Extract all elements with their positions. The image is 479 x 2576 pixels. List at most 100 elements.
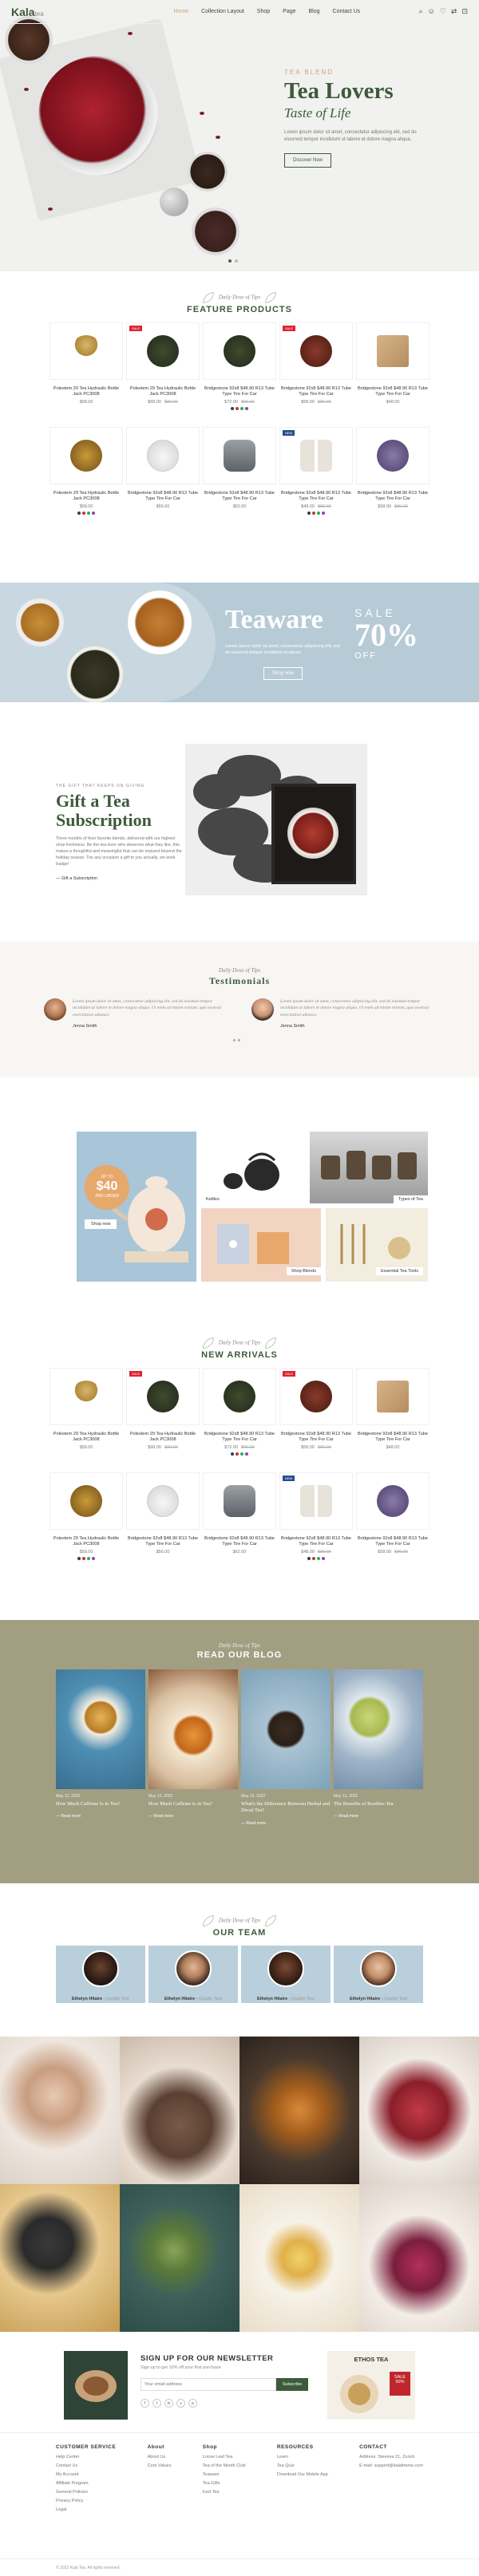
linkedin-icon[interactable]: in xyxy=(164,2399,173,2408)
product-card[interactable]: Polestem 29 Tea Hydraulic Bottle Jack PC… xyxy=(49,322,123,426)
color-swatch[interactable] xyxy=(312,1556,315,1560)
color-swatch[interactable] xyxy=(312,511,315,515)
collection-card-shop-blends[interactable]: Shop Blends xyxy=(201,1208,321,1282)
product-card[interactable]: Bridgestone 92x8 $48.90 R13 Tube Type Ti… xyxy=(126,1472,200,1576)
product-name[interactable]: Polestem 29 Tea Hydraulic Bottle Jack PC… xyxy=(126,1432,200,1444)
blog-title[interactable]: How Much Caffeine Is in Tea? xyxy=(56,1801,145,1808)
gallery-image[interactable] xyxy=(240,2184,359,2332)
product-card[interactable]: Bridgestone 92x8 $48.90 R13 Tube Type Ti… xyxy=(356,322,430,426)
product-image[interactable] xyxy=(49,1472,123,1530)
gallery-image[interactable] xyxy=(359,2184,479,2332)
product-card[interactable]: Bridgestone 92x8 $48.90 R13 Tube Type Ti… xyxy=(203,427,276,531)
color-swatch[interactable] xyxy=(231,406,234,410)
product-name[interactable]: Bridgestone 92x8 $48.90 R13 Tube Type Ti… xyxy=(279,1536,353,1548)
product-image[interactable] xyxy=(203,322,276,380)
subscribe-button[interactable]: Subscribe xyxy=(276,2378,308,2391)
color-swatch[interactable] xyxy=(236,1452,239,1456)
twitter-icon[interactable]: t xyxy=(152,2399,161,2408)
product-card[interactable]: SALE Polestem 29 Tea Hydraulic Bottle Ja… xyxy=(126,322,200,426)
footer-link[interactable]: Core Values xyxy=(148,2463,172,2468)
footer-link[interactable]: Tea Gifts xyxy=(203,2481,246,2486)
footer-link[interactable]: Legal xyxy=(56,2507,116,2512)
product-name[interactable]: Polestem 29 Tea Hydraulic Bottle Jack PC… xyxy=(49,386,123,398)
product-name[interactable]: Bridgestone 92x8 $48.90 R13 Tube Type Ti… xyxy=(279,1432,353,1444)
product-card[interactable]: Bridgestone 92x8 $48.90 R13 Tube Type Ti… xyxy=(356,1472,430,1576)
product-card[interactable]: NEW Bridgestone 92x8 $48.90 R13 Tube Typ… xyxy=(279,1472,353,1576)
email-input[interactable] xyxy=(141,2378,276,2391)
product-image[interactable]: SALE xyxy=(279,1368,353,1425)
product-image[interactable] xyxy=(356,1368,430,1425)
product-image[interactable] xyxy=(356,322,430,380)
promo-shop-button[interactable]: Shop now xyxy=(85,1219,117,1229)
product-card[interactable]: Bridgestone 92x8 $48.90 R13 Tube Type Ti… xyxy=(356,427,430,531)
nav-contact-us[interactable]: Contact Us xyxy=(333,9,361,14)
product-card[interactable]: Bridgestone 92x8 $48.90 R13 Tube Type Ti… xyxy=(126,427,200,531)
product-card[interactable]: SALE Polestem 29 Tea Hydraulic Bottle Ja… xyxy=(126,1368,200,1472)
product-name[interactable]: Bridgestone 92x8 $48.90 R13 Tube Type Ti… xyxy=(126,1536,200,1548)
product-image[interactable] xyxy=(49,322,123,380)
color-swatch[interactable] xyxy=(77,1556,81,1560)
footer-email[interactable]: E-mail: support@kalatheme.com xyxy=(359,2463,423,2468)
product-name[interactable]: Polestem 29 Tea Hydraulic Bottle Jack PC… xyxy=(126,386,200,398)
promo-card[interactable]: ETHOS TEA SALE 50% xyxy=(327,2351,415,2420)
color-swatch[interactable] xyxy=(245,1452,248,1456)
site-logo[interactable]: Kalatea xyxy=(11,6,115,18)
product-name[interactable]: Bridgestone 92x8 $48.90 R13 Tube Type Ti… xyxy=(203,491,276,503)
slider-dot[interactable] xyxy=(233,1039,236,1041)
product-card[interactable]: Polestem 29 Tea Hydraulic Bottle Jack PC… xyxy=(49,1472,123,1576)
slider-dot[interactable] xyxy=(228,259,232,263)
slider-dot[interactable] xyxy=(238,1039,240,1041)
product-image[interactable]: SALE xyxy=(126,1368,200,1425)
color-swatch[interactable] xyxy=(322,1556,325,1560)
product-image[interactable] xyxy=(356,427,430,484)
product-name[interactable]: Bridgestone 92x8 $48.90 R13 Tube Type Ti… xyxy=(203,1536,276,1548)
footer-link[interactable]: About Us xyxy=(148,2455,172,2459)
product-card[interactable]: Bridgestone 92x8 $48.90 R13 Tube Type Ti… xyxy=(203,1472,276,1576)
pinterest-icon[interactable]: p xyxy=(188,2399,197,2408)
slider-dot[interactable] xyxy=(235,259,238,263)
nav-home[interactable]: Home xyxy=(173,9,188,14)
color-swatch[interactable] xyxy=(82,1556,85,1560)
product-image[interactable] xyxy=(49,1368,123,1425)
collection-card-kettles[interactable]: Kettles xyxy=(201,1132,305,1203)
discover-now-button[interactable]: Discover Now xyxy=(284,153,332,168)
color-swatch[interactable] xyxy=(236,406,239,410)
product-name[interactable]: Polestem 29 Tea Hydraulic Bottle Jack PC… xyxy=(49,1432,123,1444)
heart-icon[interactable]: ♡ xyxy=(440,7,446,16)
product-name[interactable]: Polestem 29 Tea Hydraulic Bottle Jack PC… xyxy=(49,491,123,503)
product-image[interactable] xyxy=(126,427,200,484)
product-image[interactable] xyxy=(203,427,276,484)
product-image[interactable]: SALE xyxy=(279,322,353,380)
read-more-link[interactable]: — Read more xyxy=(56,1814,145,1819)
collection-card-types-of-tea[interactable]: Types of Tea xyxy=(310,1132,428,1203)
product-name[interactable]: Bridgestone 92x8 $48.90 R13 Tube Type Ti… xyxy=(203,1432,276,1444)
footer-link[interactable]: Iced Tea xyxy=(203,2490,246,2495)
product-card[interactable]: NEW Bridgestone 92x8 $48.90 R13 Tube Typ… xyxy=(279,427,353,531)
compare-icon[interactable]: ⇄ xyxy=(451,7,457,16)
product-name[interactable]: Bridgestone 92x8 $48.90 R13 Tube Type Ti… xyxy=(279,491,353,503)
footer-link[interactable]: Contact Us xyxy=(56,2463,116,2468)
color-swatch[interactable] xyxy=(317,511,320,515)
cart-icon[interactable]: ⊡ xyxy=(461,7,468,16)
footer-link[interactable]: General Policies xyxy=(56,2490,116,2495)
product-name[interactable]: Bridgestone 92x8 $48.90 R13 Tube Type Ti… xyxy=(356,491,430,503)
nav-collection-layout[interactable]: Collection Layout xyxy=(201,9,244,14)
color-swatch[interactable] xyxy=(77,511,81,515)
color-swatch[interactable] xyxy=(240,406,243,410)
read-more-link[interactable]: — Read more xyxy=(334,1814,423,1819)
blog-card[interactable]: May 12, 2022 What's the Difference Betwe… xyxy=(241,1669,331,1826)
product-image[interactable]: SALE xyxy=(126,322,200,380)
footer-link[interactable]: Download Our Mobile App xyxy=(277,2472,328,2477)
product-name[interactable]: Bridgestone 92x8 $48.90 R13 Tube Type Ti… xyxy=(356,1432,430,1444)
product-name[interactable]: Bridgestone 92x8 $48.90 R13 Tube Type Ti… xyxy=(126,491,200,503)
read-more-link[interactable]: — Read more xyxy=(241,1821,331,1826)
color-swatch[interactable] xyxy=(92,1556,95,1560)
gift-subscription-link[interactable]: — Gift a Subscription xyxy=(56,876,184,881)
gallery-image[interactable] xyxy=(120,2037,240,2184)
blog-title[interactable]: How Much Caffeine Is in Tea? xyxy=(148,1801,238,1808)
gallery-image[interactable] xyxy=(359,2037,479,2184)
gallery-image[interactable] xyxy=(0,2184,120,2332)
product-image[interactable]: NEW xyxy=(279,427,353,484)
product-card[interactable]: Bridgestone 92x8 $48.90 R13 Tube Type Ti… xyxy=(203,1368,276,1472)
product-name[interactable]: Bridgestone 92x8 $48.90 R13 Tube Type Ti… xyxy=(203,386,276,398)
